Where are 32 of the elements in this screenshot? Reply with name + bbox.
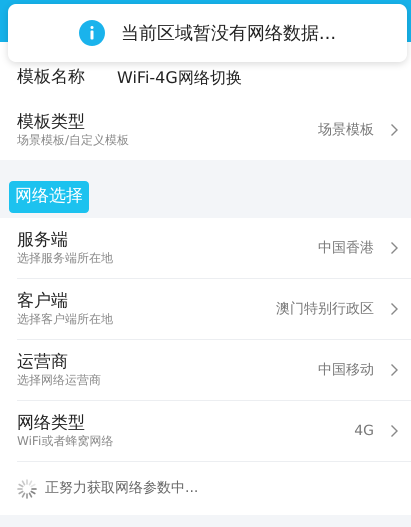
setting-value: 4G bbox=[354, 422, 374, 440]
setting-title: 运营商 bbox=[17, 351, 69, 374]
toast-text: 当前区域暂没有网络数据... bbox=[120, 22, 336, 46]
field-label: 模板名称 bbox=[17, 66, 86, 90]
setting-value: 澳门特别行政区 bbox=[276, 300, 374, 318]
chevron-right-icon bbox=[390, 424, 399, 438]
setting-description: WiFi或者蜂窝网络 bbox=[17, 434, 114, 450]
loading-text: 正努力获取网络参数中... bbox=[45, 479, 198, 498]
chevron-right-icon bbox=[390, 123, 399, 137]
template-type-row[interactable]: 模板类型 场景模板/自定义模板 场景模板 bbox=[0, 100, 411, 160]
loading-spinner-icon bbox=[17, 478, 37, 498]
setting-title: 服务端 bbox=[17, 229, 69, 252]
settings-row[interactable]: 运营商 选择网络运营商 中国移动 bbox=[0, 340, 411, 400]
setting-value: 中国香港 bbox=[318, 238, 374, 258]
setting-value: 中国移动 bbox=[318, 360, 374, 380]
setting-description: 场景模板/自定义模板 bbox=[17, 133, 130, 149]
setting-title: 网络类型 bbox=[17, 412, 86, 434]
setting-value: 场景模板 bbox=[318, 120, 374, 140]
chevron-right-icon bbox=[390, 302, 399, 316]
setting-title: 模板类型 bbox=[17, 111, 86, 134]
settings-row[interactable]: 客户端 选择客户端所在地 澳门特别行政区 bbox=[0, 279, 411, 339]
setting-description: 选择网络运营商 bbox=[17, 373, 102, 389]
template-name-value: WiFi-4G网络切换 bbox=[117, 67, 242, 89]
setting-title: 客户端 bbox=[17, 290, 69, 312]
chevron-right-icon bbox=[390, 241, 399, 255]
settings-row[interactable]: 网络类型 WiFi或者蜂窝网络 4G bbox=[0, 401, 411, 461]
setting-description: 选择服务端所在地 bbox=[17, 251, 114, 267]
info-icon bbox=[78, 20, 105, 46]
setting-description: 选择客户端所在地 bbox=[17, 312, 114, 328]
chevron-right-icon bbox=[390, 363, 399, 377]
section-tag: 网络选择 bbox=[9, 181, 89, 212]
settings-row[interactable]: 服务端 选择服务端所在地 中国香港 bbox=[0, 218, 411, 278]
